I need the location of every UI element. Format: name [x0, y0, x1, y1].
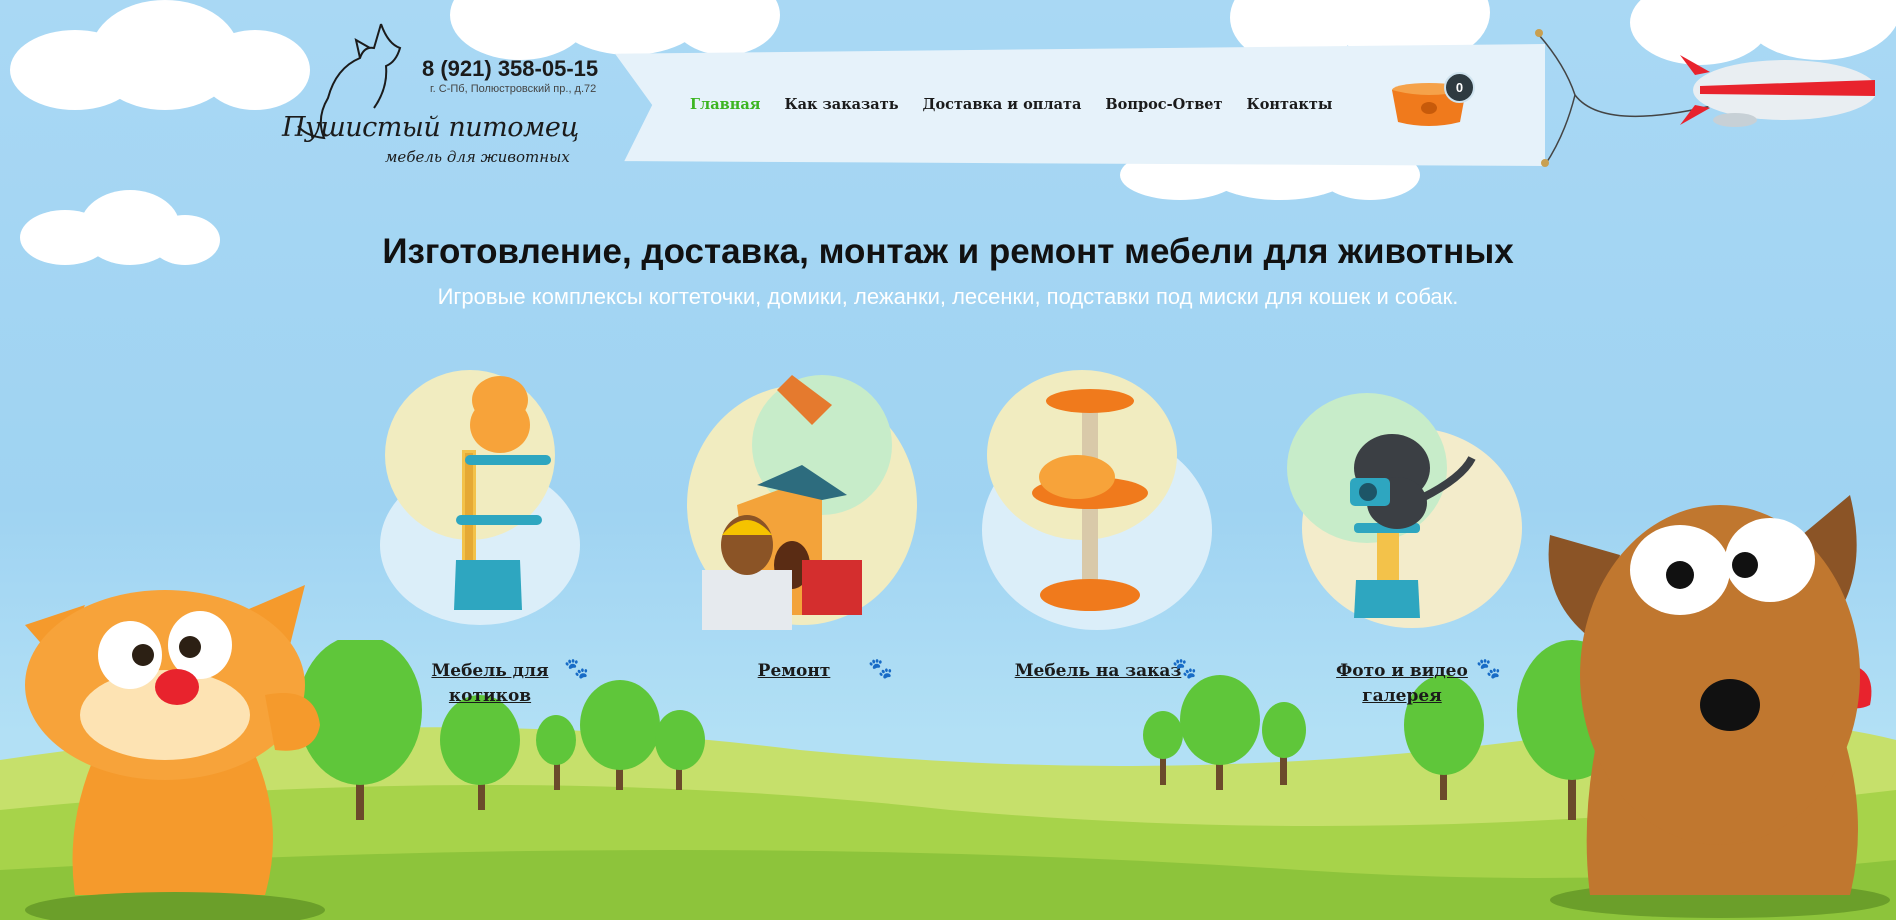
category-gallery-link[interactable]: Фото и видео галерея — [1312, 659, 1492, 709]
cloud — [450, 0, 780, 60]
photo-video-gallery-illustration — [1287, 393, 1522, 628]
nav-item-contacts[interactable]: Контакты — [1247, 96, 1333, 113]
address: г. С-Пб, Полюстровский пр., д.72 — [430, 83, 597, 95]
cat-logo-icon — [297, 23, 402, 140]
main-nav: Главная Как заказать Доставка и оплата В… — [690, 96, 1332, 113]
nav-item-faq[interactable]: Вопрос-Ответ — [1105, 96, 1222, 113]
category-custom-furniture-link[interactable]: Мебель на заказ — [1008, 659, 1188, 684]
paw-icon: 🐾 — [564, 658, 589, 680]
paw-icon: 🐾 — [868, 658, 893, 680]
category-repair-link[interactable]: Ремонт — [704, 659, 884, 684]
phone-number[interactable]: 8 (921) 358-05-15 — [422, 56, 598, 82]
nav-item-how-to-order[interactable]: Как заказать — [784, 96, 898, 113]
paw-icon: 🐾 — [1476, 658, 1501, 680]
page: Пушистый питомец мебель для животных 8 (… — [0, 0, 1896, 920]
custom-furniture-illustration — [982, 370, 1212, 630]
hero-title: Изготовление, доставка, монтаж и ремонт … — [382, 232, 1514, 271]
hero-subtitle: Игровые комплексы когтеточки, домики, ле… — [437, 284, 1459, 309]
cart-count-badge[interactable]: 0 — [1444, 72, 1475, 103]
cartoon-dog-illustration — [1548, 495, 1890, 918]
nav-item-delivery[interactable]: Доставка и оплата — [923, 96, 1082, 113]
logo-subtitle: мебель для животных — [385, 148, 570, 166]
nav-item-home[interactable]: Главная — [690, 96, 760, 113]
repair-illustration — [687, 375, 917, 630]
category-cat-furniture-link[interactable]: Мебель для котиков — [400, 659, 580, 709]
paw-icon: 🐾 — [1172, 658, 1197, 680]
logo-title[interactable]: Пушистый питомец — [282, 112, 579, 143]
cartoon-cat-illustration — [25, 585, 325, 920]
cat-tree-illustration — [380, 370, 580, 625]
airship-illustration — [1680, 55, 1875, 127]
